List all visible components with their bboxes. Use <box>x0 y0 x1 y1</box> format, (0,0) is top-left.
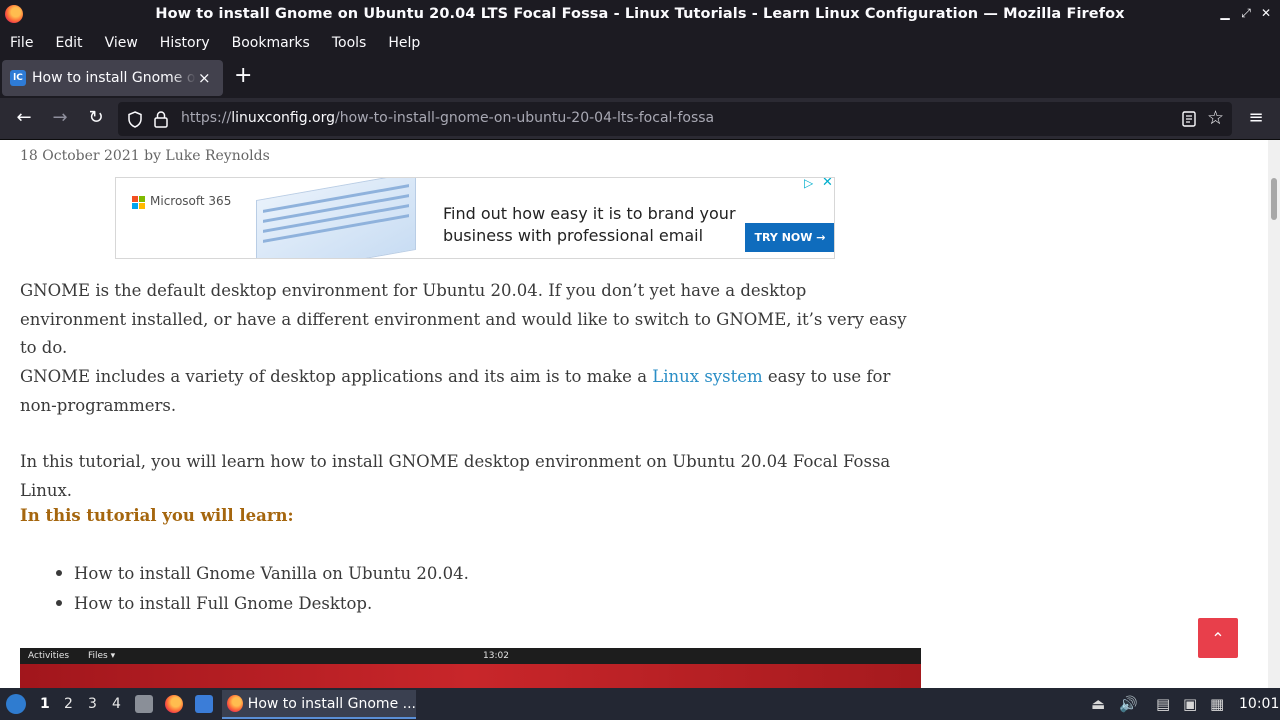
page-scrollbar[interactable] <box>1268 140 1280 688</box>
reader-view-icon[interactable] <box>1181 111 1197 127</box>
tab-close-icon[interactable]: × <box>198 69 211 87</box>
screenshot-files: Files ▾ <box>88 651 116 661</box>
ad-headline: Find out how easy it is to brand your bu… <box>443 203 736 247</box>
workspace-4[interactable]: 4 <box>112 696 121 712</box>
list-item-text: How to install Full Gnome Desktop. <box>74 594 373 613</box>
list-item-text: How to install Gnome Vanilla on Ubuntu 2… <box>74 564 469 583</box>
window-title: How to install Gnome on Ubuntu 20.04 LTS… <box>155 6 1125 22</box>
workspace-1[interactable]: 1 <box>40 696 50 712</box>
menu-file[interactable]: File <box>10 35 33 51</box>
article-byline: 18 October 2021 by Luke Reynolds <box>20 148 270 164</box>
close-icon[interactable]: ✕ <box>1259 6 1273 20</box>
page-content: 18 October 2021 by Luke Reynolds Microso… <box>0 140 1268 688</box>
ad-headline-line1: Find out how easy it is to brand your <box>443 204 736 223</box>
hamburger-menu-icon[interactable]: ≡ <box>1245 108 1267 128</box>
screenshot-time: 13:02 <box>483 651 509 661</box>
taskbar-firefox-window[interactable]: How to install Gnome ... <box>222 690 416 719</box>
url-host: linuxconfig.org <box>231 110 336 126</box>
menu-view[interactable]: View <box>105 35 138 51</box>
url-bar[interactable]: https://linuxconfig.org/how-to-install-g… <box>118 102 1232 136</box>
scrollbar-thumb[interactable] <box>1271 178 1277 220</box>
paragraph-gnome-apps: GNOME includes a variety of desktop appl… <box>20 363 910 420</box>
advertisement-banner[interactable]: Microsoft 365 Find out how easy it is to… <box>115 177 835 259</box>
linuxconfig-favicon-icon: lC <box>10 70 26 86</box>
tray-upload-icon[interactable]: ⏏ <box>1091 695 1105 713</box>
volume-icon[interactable]: 🔊 <box>1119 695 1138 713</box>
forward-arrow-icon[interactable]: → <box>49 108 71 128</box>
menu-help[interactable]: Help <box>388 35 420 51</box>
url-path: /how-to-install-gnome-on-ubuntu-20-04-lt… <box>335 110 715 126</box>
firefox-launcher-icon[interactable] <box>165 695 183 713</box>
taskbar-clock: 10:01 <box>1239 696 1280 712</box>
bookmark-star-icon[interactable]: ☆ <box>1207 107 1224 129</box>
back-arrow-icon[interactable]: ← <box>13 108 35 128</box>
start-menu-icon[interactable] <box>6 694 26 714</box>
bullet-icon <box>56 569 62 576</box>
tracking-shield-icon[interactable] <box>127 111 143 128</box>
padlock-icon[interactable] <box>153 110 169 128</box>
workspace-3[interactable]: 3 <box>88 696 97 712</box>
navigation-toolbar: ← → ↻ https://linuxconfig.org/how-to-ins… <box>0 98 1280 140</box>
taskbar-window-label: How to install Gnome ... <box>247 695 416 712</box>
ad-brand: Microsoft 365 <box>150 194 232 208</box>
microsoft-logo-icon <box>132 196 146 210</box>
list-item: How to install Full Gnome Desktop. <box>56 594 372 613</box>
minimize-icon[interactable]: ▁ <box>1218 6 1232 20</box>
paragraph-intro: GNOME is the default desktop environment… <box>20 281 907 357</box>
menu-bookmarks[interactable]: Bookmarks <box>232 35 310 51</box>
display-icon[interactable]: ▣ <box>1183 695 1197 713</box>
screenshot-topbar: Activities Files ▾ 13:02 <box>20 648 921 664</box>
tab-bar: lC How to install Gnome on Ubuntu 20.04 … <box>0 56 1280 98</box>
new-tab-button[interactable]: + <box>234 65 252 87</box>
reload-icon[interactable]: ↻ <box>85 108 107 128</box>
file-manager-icon[interactable] <box>135 695 153 713</box>
back-to-top-button[interactable]: ⌃ <box>1198 618 1238 658</box>
desktop-icon[interactable] <box>195 695 213 713</box>
screenshot-wallpaper <box>20 664 921 688</box>
window-titlebar: How to install Gnome on Ubuntu 20.04 LTS… <box>0 0 1280 29</box>
bullet-icon <box>56 599 62 606</box>
screenshot-activities: Activities <box>28 651 70 661</box>
list-item: How to install Gnome Vanilla on Ubuntu 2… <box>56 564 469 583</box>
gnome-screenshot-image: Activities Files ▾ 13:02 <box>20 648 921 688</box>
menu-edit[interactable]: Edit <box>55 35 82 51</box>
tab-active[interactable]: lC How to install Gnome on Ubuntu 20.04 … <box>2 60 223 96</box>
network-icon[interactable]: ▦ <box>1210 695 1224 713</box>
adchoices-icon[interactable]: ▷ <box>804 178 813 190</box>
tab-title: How to install Gnome on Ubuntu 20.04 LTS… <box>32 70 196 86</box>
ad-try-now-button[interactable]: TRY NOW → <box>745 223 834 252</box>
firefox-icon <box>227 695 243 712</box>
ad-product-image <box>256 178 416 258</box>
url-prefix: https:// <box>181 110 232 126</box>
url-text[interactable]: https://linuxconfig.org/how-to-install-g… <box>181 110 714 126</box>
workspace-2[interactable]: 2 <box>64 696 73 712</box>
ad-headline-line2: business with professional email <box>443 226 704 245</box>
menu-bar: File Edit View History Bookmarks Tools H… <box>0 29 1280 56</box>
linux-system-link[interactable]: Linux system <box>652 367 762 386</box>
menu-history[interactable]: History <box>160 35 210 51</box>
menu-tools[interactable]: Tools <box>332 35 367 51</box>
paragraph-tutorial: In this tutorial, you will learn how to … <box>20 452 891 500</box>
ad-close-icon[interactable]: ✕ <box>822 178 833 190</box>
clipboard-icon[interactable]: ▤ <box>1156 695 1170 713</box>
system-taskbar: 1 2 3 4 How to install Gnome ... ⏏ 🔊 ▤ ▣… <box>0 688 1280 720</box>
learn-heading: In this tutorial you will learn: <box>20 506 294 525</box>
maximize-icon[interactable]: ⤢ <box>1239 6 1253 21</box>
paragraph-text: GNOME includes a variety of desktop appl… <box>20 367 653 386</box>
